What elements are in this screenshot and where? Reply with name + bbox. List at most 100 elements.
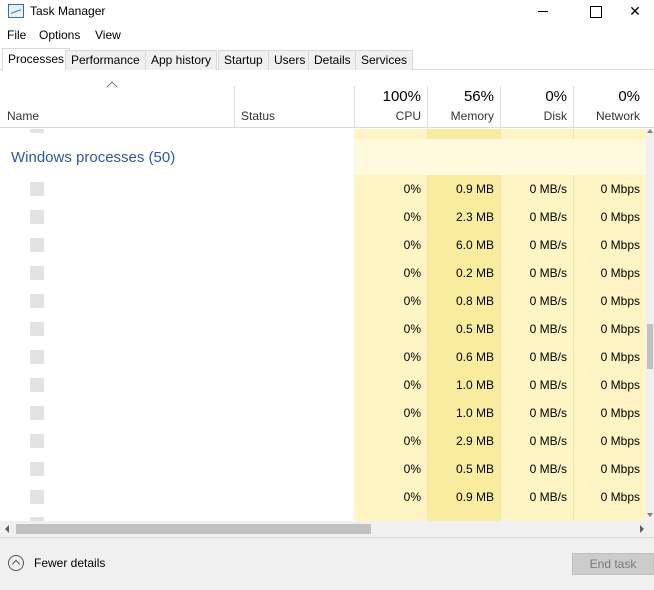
process-icon [30, 266, 44, 280]
process-icon [30, 210, 44, 224]
table-row[interactable]: 0% 0.9 MB 0 MB/s 0 Mbps [0, 175, 646, 203]
table-row[interactable]: 0% 0.2 MB 0 MB/s 0 Mbps [0, 259, 646, 287]
table-row[interactable]: 0% 0.6 MB 0 MB/s 0 Mbps [0, 343, 646, 371]
table-row[interactable]: 0% 0.8 MB 0 MB/s 0 Mbps [0, 287, 646, 315]
process-icon [30, 378, 44, 392]
cpu-total-percent[interactable]: 100% [354, 88, 421, 105]
process-list[interactable]: Windows processes (50) 0% 0.9 MB 0 MB/s 0 M… [0, 129, 646, 521]
memory-cell: 0.9 MB [455, 490, 494, 504]
network-cell: 0 Mbps [600, 378, 640, 392]
tab-startup[interactable]: Startup [218, 50, 269, 70]
memory-cell: 0.5 MB [455, 462, 494, 476]
horizontal-scrollbar[interactable] [0, 521, 654, 537]
disk-cell: 0 MB/s [529, 462, 567, 476]
process-icon [30, 434, 44, 448]
process-icon [30, 129, 44, 133]
cpu-cell: 0% [403, 462, 421, 476]
memory-total-percent[interactable]: 56% [427, 88, 494, 105]
column-cpu[interactable]: CPU [354, 109, 421, 123]
cpu-cell: 0% [403, 266, 421, 280]
memory-cell: 0.2 MB [455, 266, 494, 280]
process-icon [30, 182, 44, 196]
disk-cell: 0 MB/s [529, 210, 567, 224]
network-cell: 0 Mbps [600, 462, 640, 476]
tab-bar: Processes Performance App history Startu… [0, 48, 654, 71]
column-disk[interactable]: Disk [500, 109, 567, 123]
tab-users[interactable]: Users [268, 50, 312, 70]
process-icon [30, 294, 44, 308]
end-task-button[interactable]: End task [572, 553, 654, 575]
network-cell: 0 Mbps [600, 182, 640, 196]
cpu-cell: 0% [403, 378, 421, 392]
disk-cell: 0 MB/s [529, 238, 567, 252]
scroll-right-icon[interactable] [640, 525, 644, 533]
table-row[interactable]: 0% 1.0 MB 0 MB/s 0 Mbps [0, 371, 646, 399]
table-row[interactable]: 0% 2.3 MB 0 MB/s 0 Mbps [0, 203, 646, 231]
menu-bar: File Options View [0, 25, 654, 45]
network-total-percent[interactable]: 0% [573, 88, 640, 105]
process-icon [30, 350, 44, 364]
network-cell: 0 Mbps [600, 266, 640, 280]
table-row[interactable]: 0% 2.9 MB 0 MB/s 0 Mbps [0, 427, 646, 455]
column-name[interactable]: Name [7, 109, 39, 123]
menu-file[interactable]: File [7, 28, 26, 42]
tab-services[interactable]: Services [355, 50, 414, 70]
cpu-cell: 0% [403, 434, 421, 448]
column-memory[interactable]: Memory [427, 109, 494, 123]
tab-app-history[interactable]: App history [145, 50, 218, 70]
process-icon [30, 238, 44, 252]
tab-performance[interactable]: Performance [65, 50, 146, 70]
disk-cell: 0 MB/s [529, 378, 567, 392]
scroll-left-icon[interactable] [5, 525, 9, 533]
group-label: Windows processes (50) [11, 149, 176, 166]
network-cell: 0 Mbps [600, 210, 640, 224]
menu-options[interactable]: Options [39, 28, 80, 42]
memory-cell: 2.9 MB [455, 434, 494, 448]
cpu-cell: 0% [403, 406, 421, 420]
window-title: Task Manager [30, 4, 106, 18]
network-cell: 0 Mbps [600, 490, 640, 504]
vertical-scrollbar[interactable] [646, 129, 654, 521]
tab-processes[interactable]: Processes [2, 48, 71, 71]
memory-cell: 1.0 MB [455, 378, 494, 392]
cpu-cell: 0% [403, 238, 421, 252]
network-cell: 0 Mbps [600, 238, 640, 252]
fewer-details-link[interactable]: Fewer details [34, 556, 105, 570]
minimize-button[interactable] [520, 0, 566, 24]
memory-cell: 0.8 MB [455, 294, 494, 308]
column-network[interactable]: Network [573, 109, 640, 123]
network-cell: 0 Mbps [600, 350, 640, 364]
table-row[interactable]: 0% 1.0 MB 0 MB/s 0 Mbps [0, 399, 646, 427]
scroll-up-icon[interactable] [647, 129, 653, 133]
table-row[interactable]: 0% 0.5 MB 0 MB/s 0 Mbps [0, 315, 646, 343]
memory-cell: 0.5 MB [455, 322, 494, 336]
disk-cell: 0 MB/s [529, 182, 567, 196]
column-status[interactable]: Status [241, 109, 275, 123]
vertical-scroll-thumb[interactable] [647, 324, 653, 369]
column-divider[interactable] [234, 86, 235, 128]
disk-cell: 0 MB/s [529, 406, 567, 420]
cpu-cell: 0% [403, 490, 421, 504]
tab-details[interactable]: Details [308, 50, 357, 70]
table-row[interactable]: 0% 0.9 MB 0 MB/s 0 Mbps [0, 483, 646, 511]
scroll-down-icon[interactable] [647, 513, 653, 517]
close-button[interactable]: ✕ [612, 0, 654, 24]
group-header-row[interactable]: Windows processes (50) [0, 139, 646, 175]
horizontal-scroll-thumb[interactable] [16, 524, 371, 534]
table-row[interactable]: 0% 0.5 MB 0 MB/s 0 Mbps [0, 455, 646, 483]
chevron-up-circle-icon[interactable] [8, 555, 24, 571]
disk-cell: 0 MB/s [529, 294, 567, 308]
disk-cell: 0 MB/s [529, 434, 567, 448]
memory-cell: 0.9 MB [455, 182, 494, 196]
disk-total-percent[interactable]: 0% [500, 88, 567, 105]
memory-cell: 0.6 MB [455, 350, 494, 364]
network-cell: 0 Mbps [600, 322, 640, 336]
process-icon [30, 462, 44, 476]
menu-view[interactable]: View [95, 28, 121, 42]
process-icon [30, 322, 44, 336]
cpu-cell: 0% [403, 350, 421, 364]
title-bar: Task Manager ✕ [0, 0, 654, 24]
table-row[interactable]: 0% 6.0 MB 0 MB/s 0 Mbps [0, 231, 646, 259]
cpu-cell: 0% [403, 182, 421, 196]
sort-ascending-icon[interactable] [107, 83, 117, 89]
